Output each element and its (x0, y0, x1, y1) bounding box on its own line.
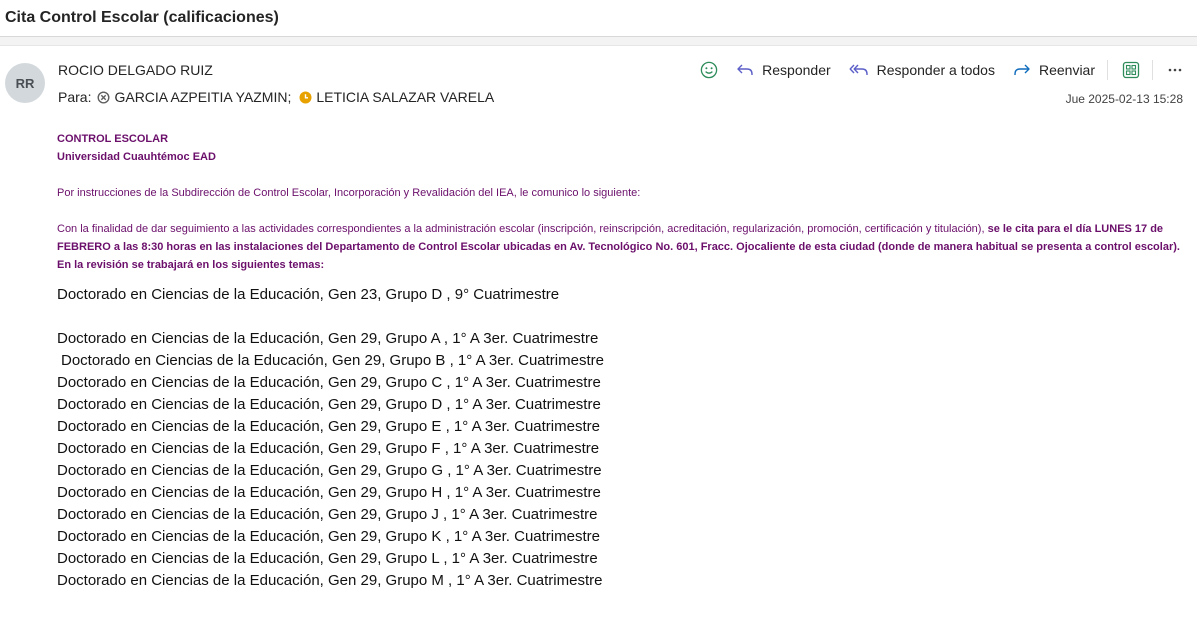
reply-label: Responder (762, 62, 831, 78)
more-actions-button[interactable] (1167, 62, 1183, 78)
to-label: Para: (58, 89, 92, 105)
email-subject: Cita Control Escolar (calificaciones) (5, 9, 279, 26)
appointment-text: Con la finalidad de dar seguimiento a la… (57, 223, 988, 235)
smiley-icon (700, 61, 718, 79)
away-icon (299, 91, 312, 104)
recipients-line: Para: GARCIA AZPEITIA YAZMIN; LETICIA SA… (58, 89, 502, 105)
reply-icon (737, 64, 753, 75)
program-list: Doctorado en Ciencias de la Educación, G… (57, 284, 1182, 592)
reply-all-button[interactable]: Responder a todos (849, 62, 995, 78)
recipient-name: LETICIA SALAZAR VARELA (316, 89, 495, 105)
message-body: CONTROL ESCOLAR Universidad Cuauhtémoc E… (57, 130, 1182, 592)
program-item: Doctorado en Ciencias de la Educación, G… (57, 418, 600, 435)
apps-button[interactable] (1122, 61, 1140, 79)
signature-university: Universidad Cuauhtémoc EAD (57, 151, 216, 163)
forward-label: Reenviar (1038, 62, 1095, 78)
program-item: Doctorado en Ciencias de la Educación, G… (57, 528, 600, 545)
message-timestamp: Jue 2025-02-13 15:28 (1065, 92, 1183, 106)
reply-button[interactable]: Responder (736, 62, 831, 78)
signature-department: CONTROL ESCOLAR (57, 133, 169, 145)
forward-icon (1014, 64, 1030, 75)
program-item: Doctorado en Ciencias de la Educación, G… (57, 550, 598, 567)
program-item: Doctorado en Ciencias de la Educación, G… (57, 286, 560, 303)
program-item: Doctorado en Ciencias de la Educación, G… (57, 506, 598, 523)
intro-paragraph: Por instrucciones de la Subdirección de … (57, 187, 641, 199)
program-item: Doctorado en Ciencias de la Educación, G… (57, 396, 601, 413)
busy-icon (97, 90, 110, 104)
recipient-name: GARCIA AZPEITIA YAZMIN; (114, 89, 292, 105)
avatar-initials: RR (15, 75, 35, 91)
reply-all-icon (849, 64, 868, 75)
more-icon (1168, 68, 1182, 72)
recipient-1[interactable]: GARCIA AZPEITIA YAZMIN; (97, 89, 291, 105)
appointment-paragraph: Con la finalidad de dar seguimiento a la… (57, 220, 1182, 274)
apps-grid-icon (1122, 61, 1140, 79)
emoji-reaction-button[interactable] (700, 61, 718, 79)
action-separator (1152, 60, 1153, 80)
program-item: Doctorado en Ciencias de la Educación, G… (57, 440, 600, 457)
program-item: Doctorado en Ciencias de la Educación, G… (57, 572, 603, 589)
forward-button[interactable]: Reenviar (1013, 62, 1095, 78)
reply-all-label: Responder a todos (876, 62, 995, 78)
message-header: RR ROCIO DELGADO RUIZ Para: GARCIA AZPEI… (0, 46, 1197, 116)
action-separator (1107, 60, 1108, 80)
program-item: Doctorado en Ciencias de la Educación, G… (57, 374, 601, 391)
recipient-2[interactable]: LETICIA SALAZAR VARELA (299, 89, 494, 105)
program-item: Doctorado en Ciencias de la Educación, G… (57, 462, 602, 479)
program-item: Doctorado en Ciencias de la Educación, G… (61, 352, 604, 369)
header-divider (0, 37, 1197, 46)
message-actions: Responder Responder a todos Reenviar (686, 60, 1183, 80)
program-item: Doctorado en Ciencias de la Educación, G… (57, 484, 601, 501)
sender-avatar[interactable]: RR (5, 63, 45, 103)
sender-name[interactable]: ROCIO DELGADO RUIZ (58, 62, 213, 78)
subject-bar: Cita Control Escolar (calificaciones) (0, 0, 1197, 37)
program-item: Doctorado en Ciencias de la Educación, G… (57, 330, 599, 347)
